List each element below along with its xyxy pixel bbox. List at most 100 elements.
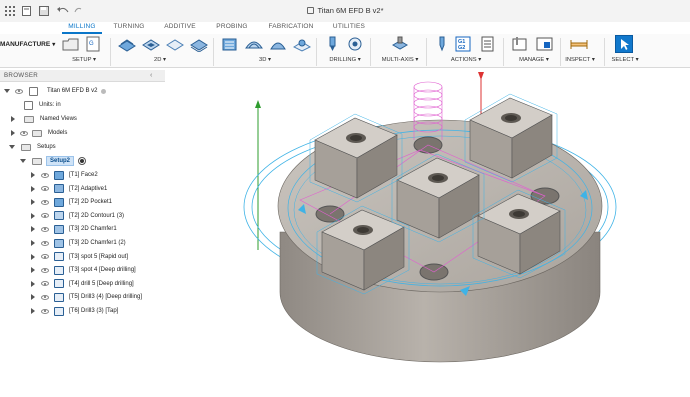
operation-row[interactable]: [T3] spot 5 [Rapid out]: [31, 251, 128, 263]
named-views-row[interactable]: Named Views: [11, 113, 77, 125]
visibility-eye-icon[interactable]: [20, 130, 28, 136]
select-tool-icon[interactable]: [615, 35, 633, 53]
cam-model-view[interactable]: [165, 70, 690, 397]
2d-group-label[interactable]: 2D ▾: [145, 57, 175, 63]
expand-arrow-icon[interactable]: [11, 116, 15, 122]
contour-op-icon: [54, 211, 64, 221]
bore-icon[interactable]: [346, 36, 363, 51]
expand-arrow-icon[interactable]: [20, 159, 26, 163]
operation-row[interactable]: [T2] 2D Contour1 (3): [31, 210, 124, 222]
operation-row[interactable]: [T2] 2D Pocket1: [31, 196, 112, 208]
visibility-eye-icon[interactable]: [41, 172, 49, 178]
visibility-eye-icon[interactable]: [41, 294, 49, 300]
operation-row[interactable]: [T4] drill 5 [Deep drilling]: [31, 278, 134, 290]
visibility-eye-icon[interactable]: [41, 267, 49, 273]
visibility-eye-icon[interactable]: [41, 308, 49, 314]
setup-group-label[interactable]: SETUP ▾: [64, 57, 104, 63]
operation-row[interactable]: [T3] 2D Chamfer1 (2): [31, 237, 126, 249]
select-group-label[interactable]: SELECT ▾: [608, 57, 642, 63]
manage-group-label[interactable]: MANAGE ▾: [514, 57, 554, 63]
drilling-group-label[interactable]: DRILLING ▾: [325, 57, 365, 63]
operation-row[interactable]: [T1] Face2: [31, 169, 98, 181]
tab-probing[interactable]: PROBING: [212, 23, 252, 33]
folder-icon: [32, 129, 42, 137]
tab-utilities[interactable]: UTILITIES: [327, 23, 371, 33]
setup-sheet-doc-icon[interactable]: [480, 36, 497, 52]
expand-arrow-icon[interactable]: [31, 185, 35, 192]
3d-adaptive-icon[interactable]: [221, 36, 238, 51]
visibility-eye-icon[interactable]: [41, 213, 49, 219]
expand-arrow-icon[interactable]: [31, 294, 35, 301]
inspect-group-label[interactable]: INSPECT ▾: [563, 57, 597, 63]
3d-group-label[interactable]: 3D ▾: [250, 57, 280, 63]
expand-arrow-icon[interactable]: [31, 212, 35, 219]
setups-row[interactable]: Setups: [9, 141, 56, 153]
visibility-eye-icon[interactable]: [41, 240, 49, 246]
expand-arrow-icon[interactable]: [31, 172, 35, 178]
operation-row[interactable]: [T3] 2D Chamfer1: [31, 223, 117, 235]
visibility-eye-icon[interactable]: [41, 226, 49, 232]
operation-row[interactable]: [T5] Drill3 (4) [Deep drilling]: [31, 291, 142, 303]
visibility-eye-icon[interactable]: [41, 254, 49, 260]
visibility-eye-icon[interactable]: [41, 186, 49, 192]
setup-icon: [32, 157, 42, 165]
3d-pocket-icon[interactable]: [245, 36, 263, 51]
ribbon-divider: [604, 38, 605, 66]
multi-axis-icon[interactable]: [390, 36, 409, 51]
tree-root[interactable]: Titan 6M EFD B v2: [4, 85, 107, 97]
expand-arrow-icon[interactable]: [9, 145, 15, 149]
tool-library-icon[interactable]: [512, 36, 529, 51]
expand-arrow-icon[interactable]: [31, 226, 35, 233]
drill-op-icon: [54, 265, 64, 275]
3d-parallel-icon[interactable]: [269, 36, 286, 51]
visibility-eye-icon[interactable]: [41, 199, 49, 205]
ribbon-divider: [110, 38, 111, 66]
actions-group-label[interactable]: ACTIONS ▾: [445, 57, 487, 63]
workspace-switcher[interactable]: MANUFACTURE ▾: [0, 35, 55, 53]
nc-program-icon[interactable]: [536, 36, 553, 51]
2d-adaptive-icon[interactable]: [118, 36, 136, 52]
2d-pocket-icon[interactable]: [142, 36, 160, 51]
expand-arrow-icon[interactable]: [31, 308, 35, 314]
setup-sheet-icon[interactable]: G: [86, 36, 103, 52]
collapse-panel-icon[interactable]: ‹: [150, 72, 152, 79]
chamfer-op-icon: [54, 238, 64, 248]
3d-viewport[interactable]: [165, 70, 690, 397]
units-row[interactable]: Units: in: [24, 99, 61, 111]
tab-turning[interactable]: TURNING: [109, 23, 149, 33]
folder-icon: [21, 143, 31, 151]
multi-axis-group-label[interactable]: MULTI-AXIS ▾: [377, 57, 423, 63]
expand-arrow-icon[interactable]: [31, 267, 35, 274]
active-setup-indicator-icon[interactable]: [78, 157, 87, 165]
tab-fabrication[interactable]: FABRICATION: [265, 23, 317, 33]
operation-label: [T3] 2D Chamfer1: [69, 226, 117, 233]
operation-label: [T4] drill 5 [Deep drilling]: [69, 280, 134, 287]
measure-icon[interactable]: [570, 36, 588, 51]
expand-arrow-icon[interactable]: [31, 199, 35, 206]
simulate-icon[interactable]: [433, 36, 450, 52]
2d-contour-icon[interactable]: [190, 36, 208, 53]
visibility-eye-icon[interactable]: [15, 88, 23, 94]
adaptive-op-icon: [54, 184, 64, 194]
3d-contour-icon[interactable]: [292, 36, 312, 52]
visibility-eye-icon[interactable]: [41, 281, 49, 287]
named-views-label: Named Views: [40, 116, 77, 122]
models-row[interactable]: Models: [11, 127, 67, 139]
setup2-row[interactable]: Setup2: [20, 155, 87, 167]
setup2-label[interactable]: Setup2: [46, 156, 75, 166]
post-process-icon[interactable]: G1 G2: [455, 36, 472, 52]
expand-arrow-icon[interactable]: [31, 280, 35, 287]
operation-row[interactable]: [T2] Adaptive1: [31, 183, 107, 195]
expand-arrow-icon[interactable]: [31, 253, 35, 260]
drill-icon[interactable]: [324, 36, 341, 51]
operation-row[interactable]: [T6] Drill3 (3) [Tap]: [31, 305, 118, 317]
status-dot-icon: [101, 88, 107, 94]
expand-arrow-icon[interactable]: [31, 240, 35, 246]
2d-face-icon[interactable]: [166, 36, 184, 51]
tab-additive[interactable]: ADDITIVE: [158, 23, 202, 33]
new-setup-icon[interactable]: [62, 36, 79, 51]
expand-arrow-icon[interactable]: [11, 130, 15, 136]
expand-arrow-icon[interactable]: [4, 89, 10, 93]
operation-row[interactable]: [T3] spot 4 [Deep drilling]: [31, 264, 136, 276]
ribbon-divider: [370, 38, 371, 66]
